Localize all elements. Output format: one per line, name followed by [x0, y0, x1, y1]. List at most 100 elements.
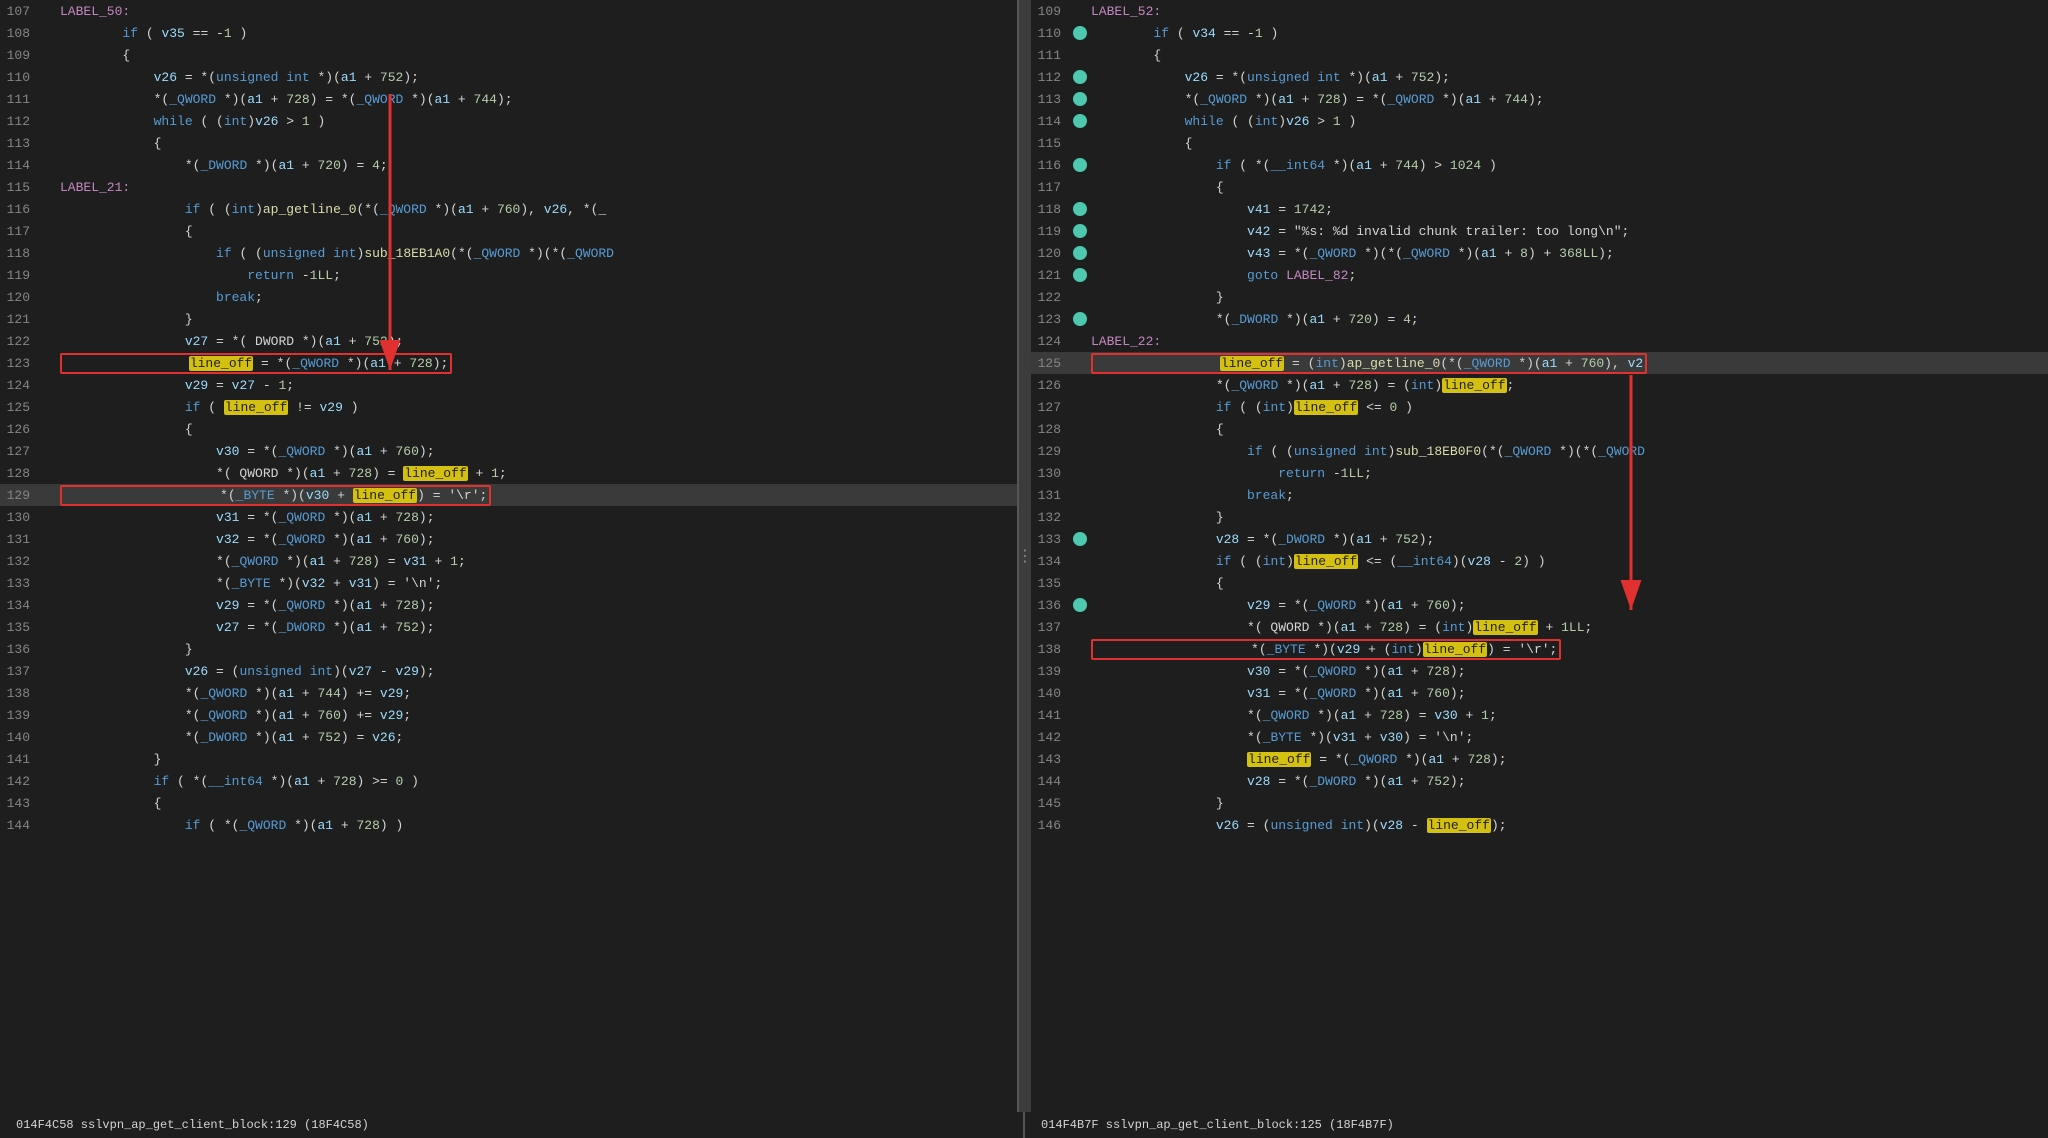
line-number: 115	[1035, 136, 1073, 151]
line-number: 125	[4, 400, 42, 415]
table-row: 108 if ( v35 == -1 )	[0, 22, 1017, 44]
line-number: 140	[4, 730, 42, 745]
code-text: if ( *(__int64 *)(a1 + 744) > 1024 )	[1091, 158, 2044, 173]
line-number: 119	[4, 268, 42, 283]
code-text: *(_QWORD *)(a1 + 744) += v29;	[60, 686, 1013, 701]
code-text: while ( (int)v26 > 1 )	[60, 114, 1013, 129]
breakpoint-dot[interactable]	[1073, 202, 1087, 216]
code-text: *(_BYTE *)(v31 + v30) = '\n';	[1091, 730, 2044, 745]
code-text: line_off = (int)ap_getline_0(*(_QWORD *)…	[1091, 356, 2044, 371]
table-row: 109 LABEL_52:	[1031, 0, 2048, 22]
table-row: 137 *( QWORD *)(a1 + 728) = (int)line_of…	[1031, 616, 2048, 638]
line-number: 116	[4, 202, 42, 217]
code-text: *(_DWORD *)(a1 + 752) = v26;	[60, 730, 1013, 745]
code-text: break;	[60, 290, 1013, 305]
line-number: 130	[4, 510, 42, 525]
line-number: 143	[4, 796, 42, 811]
line-number: 139	[1035, 664, 1073, 679]
table-row: 123 *(_DWORD *)(a1 + 720) = 4;	[1031, 308, 2048, 330]
table-row: 111 *(_QWORD *)(a1 + 728) = *(_QWORD *)(…	[0, 88, 1017, 110]
line-number: 120	[4, 290, 42, 305]
table-row: 110 v26 = *(unsigned int *)(a1 + 752);	[0, 66, 1017, 88]
table-row: 119 v42 = "%s: %d invalid chunk trailer:…	[1031, 220, 2048, 242]
breakpoint-dot[interactable]	[1073, 26, 1087, 40]
line-number: 122	[1035, 290, 1073, 305]
breakpoint-dot[interactable]	[1073, 532, 1087, 546]
table-row: 132 *(_QWORD *)(a1 + 728) = v31 + 1;	[0, 550, 1017, 572]
code-text: if ( v34 == -1 )	[1091, 26, 2044, 41]
line-number: 121	[1035, 268, 1073, 283]
line-number: 136	[4, 642, 42, 657]
breakpoint-dot[interactable]	[1073, 312, 1087, 326]
table-row: 107LABEL_50:	[0, 0, 1017, 22]
line-number: 109	[1035, 4, 1073, 19]
table-row: 121 goto LABEL_82;	[1031, 264, 2048, 286]
line-number: 126	[4, 422, 42, 437]
code-text: }	[1091, 796, 2044, 811]
main-container: 107LABEL_50:108 if ( v35 == -1 ) 109 {110…	[0, 0, 2048, 1112]
breakpoint-dot[interactable]	[1073, 114, 1087, 128]
line-number: 143	[1035, 752, 1073, 767]
breakpoint-dot[interactable]	[1073, 246, 1087, 260]
code-text: LABEL_52:	[1091, 4, 2044, 19]
code-text: v27 = *( DWORD *)(a1 + 752);	[60, 334, 1013, 349]
line-number: 131	[1035, 488, 1073, 503]
code-text: if ( (int)line_off <= (__int64)(v28 - 2)…	[1091, 554, 2044, 569]
line-number: 119	[1035, 224, 1073, 239]
line-number: 112	[1035, 70, 1073, 85]
table-row: 111 {	[1031, 44, 2048, 66]
table-row: 128 {	[1031, 418, 2048, 440]
line-number: 131	[4, 532, 42, 547]
breakpoint-dot[interactable]	[1073, 158, 1087, 172]
code-text: return -1LL;	[1091, 466, 2044, 481]
code-text: return -1LL;	[60, 268, 1013, 283]
code-text: v26 = (unsigned int)(v28 - line_off);	[1091, 818, 2044, 833]
breakpoint-dot[interactable]	[1073, 598, 1087, 612]
table-row: 115LABEL_21:	[0, 176, 1017, 198]
breakpoint-dot[interactable]	[1073, 268, 1087, 282]
table-row: 116 if ( (int)ap_getline_0(*(_QWORD *)(a…	[0, 198, 1017, 220]
line-number: 124	[4, 378, 42, 393]
line-number: 138	[4, 686, 42, 701]
table-row: 130 return -1LL;	[1031, 462, 2048, 484]
table-row: 120 break;	[0, 286, 1017, 308]
code-text: *(_BYTE *)(v32 + v31) = '\n';	[60, 576, 1013, 591]
line-number: 120	[1035, 246, 1073, 261]
table-row: 112 v26 = *(unsigned int *)(a1 + 752);	[1031, 66, 2048, 88]
code-text: {	[1091, 136, 2044, 151]
line-number: 109	[4, 48, 42, 63]
breakpoint-dot[interactable]	[1073, 70, 1087, 84]
breakpoint-dot[interactable]	[1073, 92, 1087, 106]
code-text: if ( (unsigned int)sub_18EB0F0(*(_QWORD …	[1091, 444, 2044, 459]
code-text: v42 = "%s: %d invalid chunk trailer: too…	[1091, 224, 2044, 239]
line-number: 117	[4, 224, 42, 239]
status-right-text: 014F4B7F sslvpn_ap_get_client_block:125 …	[1041, 1118, 1394, 1132]
left-code-area[interactable]: 107LABEL_50:108 if ( v35 == -1 )109 {110…	[0, 0, 1017, 1112]
code-text: LABEL_21:	[60, 180, 1013, 195]
table-row: 116 if ( *(__int64 *)(a1 + 744) > 1024 )	[1031, 154, 2048, 176]
pane-divider[interactable]	[1019, 0, 1031, 1112]
line-number: 117	[1035, 180, 1073, 195]
table-row: 118 if ( (unsigned int)sub_18EB1A0(*(_QW…	[0, 242, 1017, 264]
line-number: 124	[1035, 334, 1073, 349]
right-code-area[interactable]: 109LABEL_52:110 if ( v34 == -1 )111 {112…	[1031, 0, 2048, 1112]
table-row: 128 *( QWORD *)(a1 + 728) = line_off + 1…	[0, 462, 1017, 484]
line-number: 134	[4, 598, 42, 613]
breakpoint-dot[interactable]	[1073, 224, 1087, 238]
table-row: 135 v27 = *(_DWORD *)(a1 + 752);	[0, 616, 1017, 638]
line-number: 123	[4, 356, 42, 371]
table-row: 134 v29 = *(_QWORD *)(a1 + 728);	[0, 594, 1017, 616]
table-row: 129 if ( (unsigned int)sub_18EB0F0(*(_QW…	[1031, 440, 2048, 462]
table-row: 130 v31 = *(_QWORD *)(a1 + 728);	[0, 506, 1017, 528]
table-row: 138 *(_QWORD *)(a1 + 744) += v29;	[0, 682, 1017, 704]
table-row: 126 *(_QWORD *)(a1 + 728) = (int)line_of…	[1031, 374, 2048, 396]
left-pane: 107LABEL_50:108 if ( v35 == -1 )109 {110…	[0, 0, 1019, 1112]
status-left-text: 014F4C58 sslvpn_ap_get_client_block:129 …	[16, 1118, 369, 1132]
code-text: if ( *(_QWORD *)(a1 + 728) )	[60, 818, 1013, 833]
line-number: 118	[4, 246, 42, 261]
line-number: 122	[4, 334, 42, 349]
table-row: 135 {	[1031, 572, 2048, 594]
code-text: while ( (int)v26 > 1 )	[1091, 114, 2044, 129]
code-text: v27 = *(_DWORD *)(a1 + 752);	[60, 620, 1013, 635]
line-number: 139	[4, 708, 42, 723]
